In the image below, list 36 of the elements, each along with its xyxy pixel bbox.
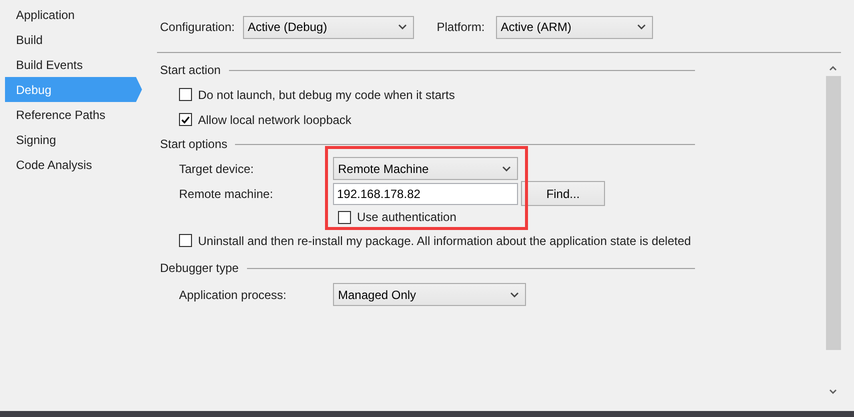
chevron-down-icon xyxy=(510,292,519,298)
input-field[interactable]: 192.168.178.82 xyxy=(333,182,518,204)
configuration-dropdown[interactable]: Active (Debug) xyxy=(242,16,414,38)
scroll-down-icon[interactable] xyxy=(829,389,837,395)
sidebar-item[interactable]: Build Events xyxy=(5,52,142,77)
configuration-label: Configuration: xyxy=(160,19,235,36)
sidebar-item[interactable]: Signing xyxy=(5,127,142,152)
field-label: Application process: xyxy=(179,286,288,304)
sidebar-item[interactable]: Application xyxy=(5,2,142,27)
platform-dropdown[interactable]: Active (ARM) xyxy=(496,16,653,38)
checkbox-label: Do not launch, but debug my code when it starts xyxy=(198,86,455,104)
chevron-down-icon xyxy=(398,24,407,30)
checkbox[interactable] xyxy=(179,113,192,126)
sidebar-item[interactable]: Code Analysis xyxy=(5,152,142,177)
section-heading: Debugger type xyxy=(160,260,239,277)
platform-label: Platform: xyxy=(436,19,486,36)
find-button[interactable]: Find... xyxy=(521,181,605,206)
dropdown[interactable]: Remote Machine xyxy=(333,157,518,180)
sidebar-item[interactable]: Build xyxy=(5,27,142,52)
scroll-up-icon[interactable] xyxy=(829,65,837,71)
scroll-thumb[interactable] xyxy=(826,76,840,350)
checkmark-icon xyxy=(181,116,190,124)
checkbox[interactable] xyxy=(179,88,192,101)
checkbox[interactable] xyxy=(179,234,192,247)
sidebar-item[interactable]: Reference Paths xyxy=(5,102,142,127)
section-heading: Start options xyxy=(160,136,228,153)
checkbox-label: Allow local network loopback xyxy=(198,112,352,128)
field-label: Target device: xyxy=(179,160,255,178)
checkbox[interactable] xyxy=(338,210,351,224)
checkbox-label: Uninstall and then re-install my package. All information about the application state is deleted xyxy=(198,232,691,250)
chevron-down-icon xyxy=(636,24,646,30)
checkbox-label: Use authentication xyxy=(357,209,456,226)
dropdown[interactable]: Managed Only xyxy=(333,283,526,306)
field-label: Remote machine: xyxy=(179,186,274,202)
chevron-down-icon xyxy=(502,166,511,172)
section-heading: Start action xyxy=(160,62,221,79)
